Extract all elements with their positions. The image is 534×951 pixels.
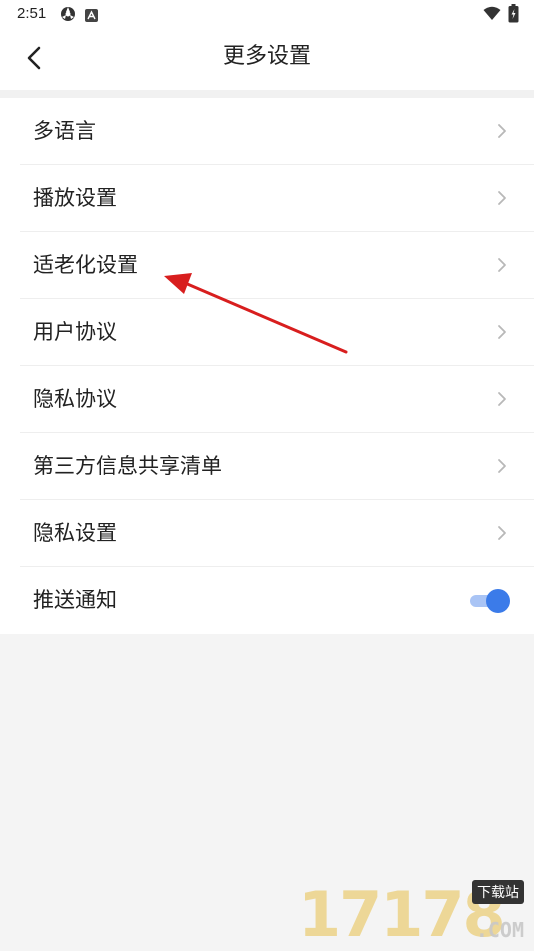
watermark-logo: 17178 下载站 .COM bbox=[298, 876, 528, 946]
nav-bar: 更多设置 bbox=[0, 28, 534, 90]
settings-item-privacy-agreement[interactable]: 隐私协议 bbox=[20, 366, 534, 433]
chevron-right-icon bbox=[496, 257, 508, 273]
settings-item-language[interactable]: 多语言 bbox=[20, 98, 534, 165]
settings-item-label: 隐私设置 bbox=[33, 521, 117, 545]
settings-item-label: 推送通知 bbox=[33, 588, 117, 612]
toggle-thumb bbox=[486, 589, 510, 613]
watermark-suffix: .COM bbox=[475, 918, 524, 942]
settings-item-label: 多语言 bbox=[33, 119, 96, 143]
accessibility-badge-icon bbox=[85, 7, 98, 26]
status-bar: 2:51 bbox=[0, 0, 534, 28]
settings-list: 多语言 播放设置 适老化设置 用户协议 隐私协议 第三方信息共享清单 隐私设置 … bbox=[0, 98, 534, 634]
settings-item-label: 隐私协议 bbox=[33, 387, 117, 411]
settings-item-privacy-settings[interactable]: 隐私设置 bbox=[20, 500, 534, 567]
settings-item-label: 第三方信息共享清单 bbox=[33, 454, 222, 478]
settings-item-push-notification: 推送通知 bbox=[20, 567, 534, 634]
wifi-icon bbox=[483, 6, 501, 25]
battery-icon bbox=[508, 4, 519, 27]
watermark-tag: 下载站 bbox=[472, 880, 524, 904]
settings-item-third-party-sharing[interactable]: 第三方信息共享清单 bbox=[20, 433, 534, 500]
section-gap bbox=[0, 90, 534, 98]
settings-item-playback[interactable]: 播放设置 bbox=[20, 165, 534, 232]
chevron-right-icon bbox=[496, 391, 508, 407]
chevron-right-icon bbox=[496, 525, 508, 541]
chevron-right-icon bbox=[496, 324, 508, 340]
page-title: 更多设置 bbox=[222, 44, 311, 69]
settings-item-label: 播放设置 bbox=[33, 186, 117, 210]
settings-item-label: 用户协议 bbox=[33, 320, 117, 344]
settings-item-user-agreement[interactable]: 用户协议 bbox=[20, 299, 534, 366]
push-notification-toggle[interactable] bbox=[470, 588, 510, 614]
settings-item-label: 适老化设置 bbox=[33, 253, 138, 277]
app-icon bbox=[60, 6, 76, 26]
chevron-right-icon bbox=[496, 458, 508, 474]
chevron-right-icon bbox=[496, 123, 508, 139]
status-time: 2:51 bbox=[17, 5, 47, 22]
settings-item-elderly-mode[interactable]: 适老化设置 bbox=[20, 232, 534, 299]
chevron-right-icon bbox=[496, 190, 508, 206]
